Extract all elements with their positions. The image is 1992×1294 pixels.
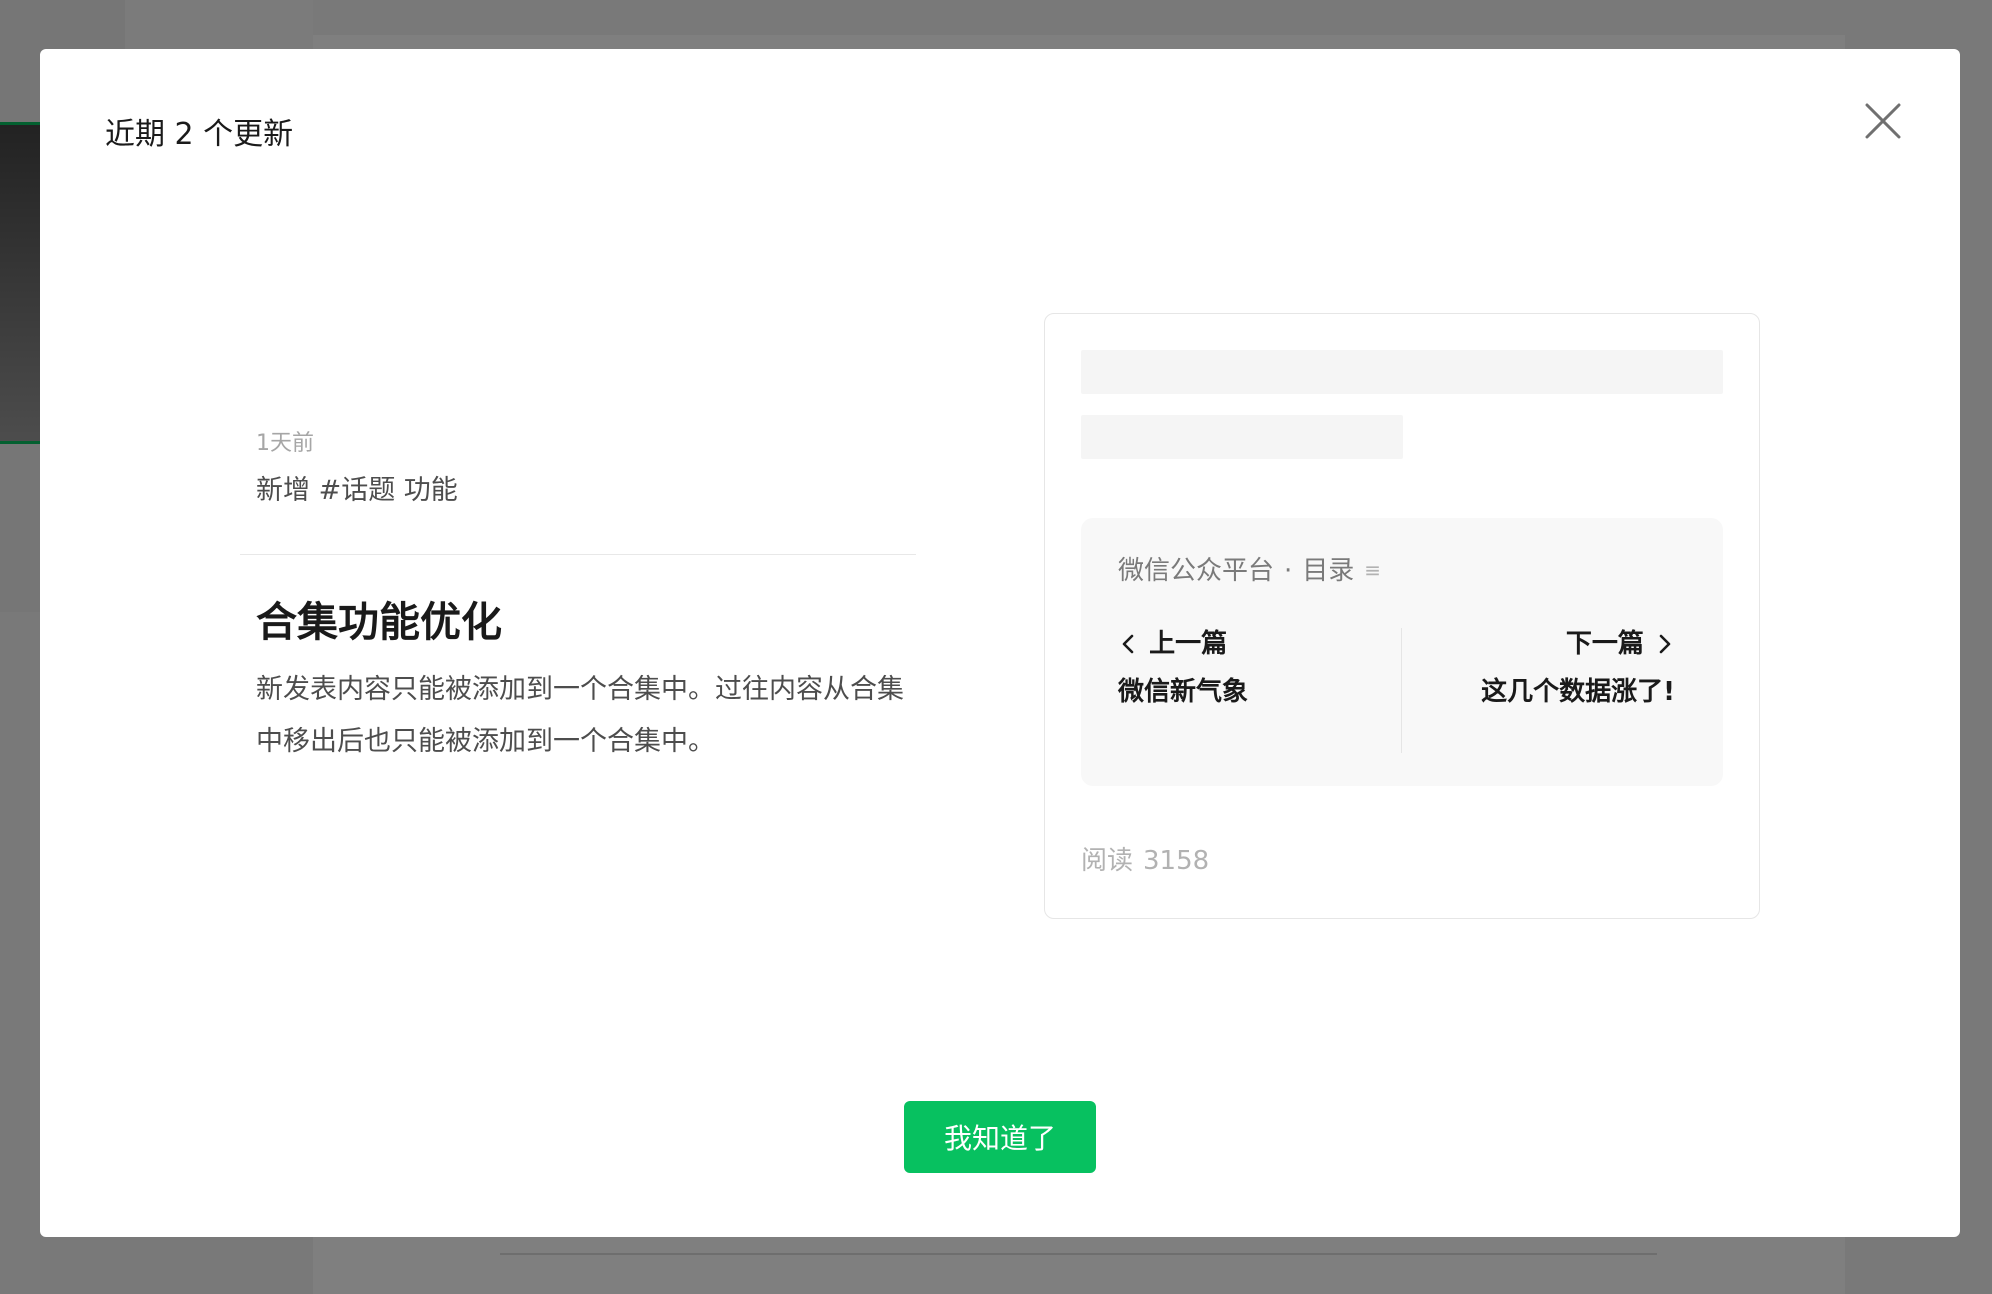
next-label: 下一篇: [1565, 629, 1644, 659]
close-icon: [1865, 103, 1901, 139]
update-item-album: 合集功能优化 新发表内容只能被添加到一个合集中。过往内容从合集中移出后也只能被添…: [256, 594, 916, 768]
prev-label: 上一篇: [1149, 629, 1228, 659]
skeleton-line: [1081, 350, 1723, 394]
next-label-row: 下一篇: [1395, 626, 1675, 662]
read-number: 3158: [1143, 846, 1210, 876]
preview-card: 微信公众平台 · 目录 ≡ 上一篇 微信新气象 下一篇 这几个数据涨了! 阅读 …: [1044, 313, 1760, 919]
album-navigation-box: 微信公众平台 · 目录 ≡ 上一篇 微信新气象 下一篇 这几个数据涨了!: [1081, 518, 1723, 786]
chevron-left-icon: [1118, 633, 1140, 655]
update-time: 1天前: [256, 431, 314, 456]
chevron-right-icon: [1653, 633, 1675, 655]
update-body: 新发表内容只能被添加到一个合集中。过往内容从合集中移出后也只能被添加到一个合集中…: [256, 674, 904, 757]
prev-article-link[interactable]: 上一篇 微信新气象: [1118, 626, 1398, 710]
album-label: 目录: [1302, 556, 1355, 586]
album-account: 微信公众平台: [1118, 556, 1275, 586]
update-item-topic: 1天前 新增 #话题 功能: [256, 429, 916, 511]
update-description[interactable]: 新增 #话题 功能: [256, 471, 916, 511]
prev-label-row: 上一篇: [1118, 626, 1398, 662]
read-label: 阅读: [1081, 846, 1134, 876]
updates-dialog: 近期 2 个更新 1天前 新增 #话题 功能 合集功能优化 新发表内容只能被添加…: [40, 49, 1960, 1237]
update-divider: [240, 554, 916, 555]
read-count: 阅读 3158: [1081, 843, 1209, 879]
dialog-title: 近期 2 个更新: [105, 117, 294, 152]
next-article-link[interactable]: 下一篇 这几个数据涨了!: [1395, 626, 1675, 710]
prev-article-title: 微信新气象: [1118, 677, 1249, 707]
skeleton-line: [1081, 415, 1403, 459]
close-button[interactable]: [1857, 95, 1909, 147]
confirm-button[interactable]: 我知道了: [904, 1101, 1096, 1173]
menu-lines-icon: ≡: [1364, 558, 1382, 582]
update-title: 合集功能优化: [256, 598, 502, 646]
next-article-title: 这几个数据涨了!: [1481, 677, 1675, 707]
album-separator: ·: [1284, 556, 1293, 586]
album-header: 微信公众平台 · 目录 ≡: [1118, 552, 1381, 589]
